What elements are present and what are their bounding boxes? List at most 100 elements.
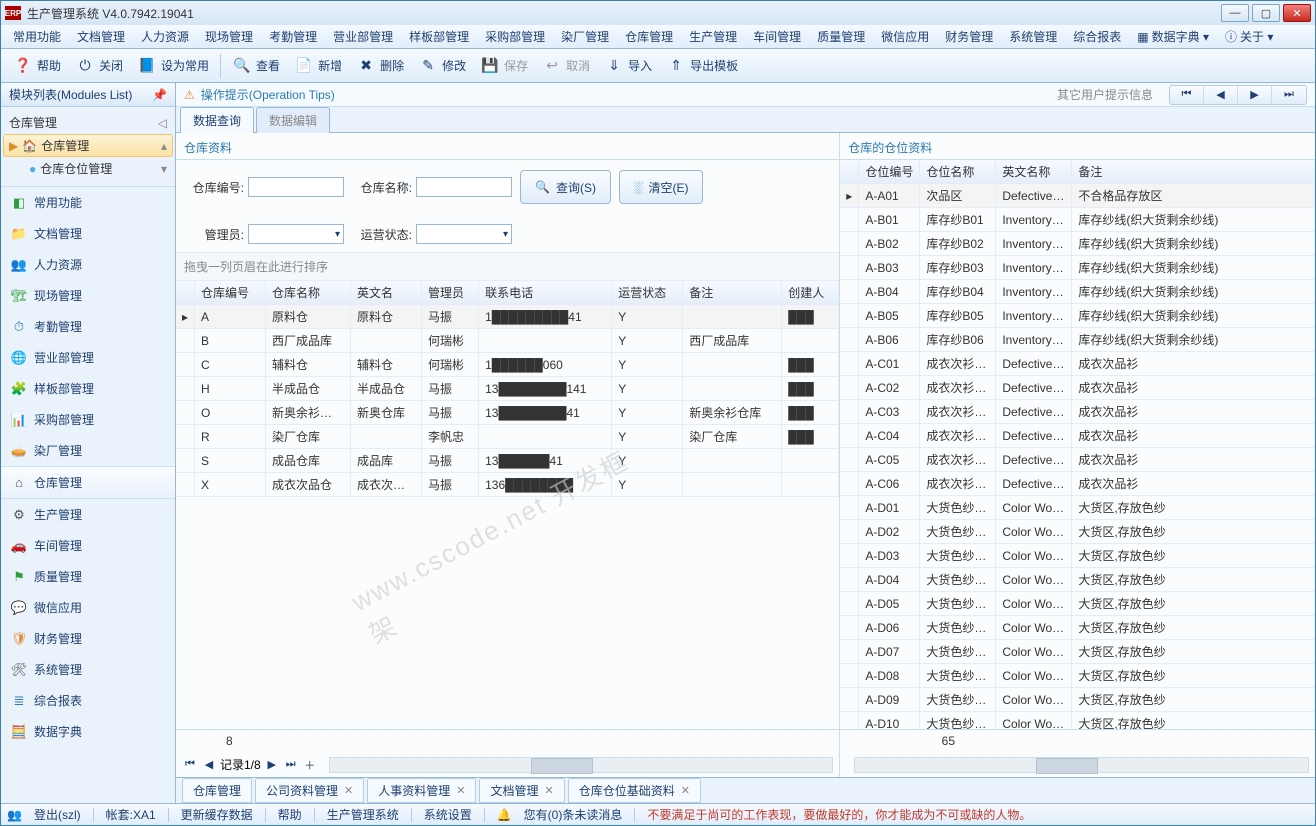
table-row[interactable]: A-D02大货色纱D…Color Wool…大货区,存放色纱 <box>840 520 1314 544</box>
bin-grid[interactable]: 仓位编号仓位名称英文名称备注▸A-A01次品区Defective …不合格品存放… <box>840 160 1315 729</box>
pg-next[interactable]: ▶ <box>264 757 280 773</box>
import-button[interactable]: ⇓导入 <box>598 53 658 79</box>
table-row[interactable]: R染厂仓库李帆忠Y染厂仓库███ <box>176 425 839 449</box>
pin-icon[interactable]: 📌 <box>152 88 167 102</box>
table-row[interactable]: A-D01大货色纱D…Color Wool…大货区,存放色纱 <box>840 496 1314 520</box>
table-row[interactable]: B西厂成品库何瑞彬Y西厂成品库 <box>176 329 839 353</box>
menu-微信应用[interactable]: 微信应用 <box>875 26 935 47</box>
table-row[interactable]: A-C06成衣次衫C…Defective …成衣次品衫 <box>840 472 1314 496</box>
table-row[interactable]: A-D03大货色纱D…Color Wool…大货区,存放色纱 <box>840 544 1314 568</box>
col-header[interactable]: 备注 <box>683 281 782 305</box>
menu-常用功能[interactable]: 常用功能 <box>7 26 67 47</box>
pg-add[interactable]: ＋ <box>302 757 318 773</box>
table-row[interactable]: A-D05大货色纱D…Color Wool…大货区,存放色纱 <box>840 592 1314 616</box>
doc-tab-文档管理[interactable]: 文档管理✕ <box>479 778 564 803</box>
table-row[interactable]: A-B03库存纱B03Inventory …库存纱线(织大货剩余纱线) <box>840 256 1314 280</box>
col-header[interactable]: 管理员 <box>422 281 479 305</box>
close-tab-icon[interactable]: ✕ <box>456 784 465 797</box>
close-tab-icon[interactable]: ✕ <box>344 784 353 797</box>
menu-dict[interactable]: ▦ 数据字典 ▾ <box>1131 26 1215 47</box>
col-header[interactable]: 仓位编号 <box>859 160 920 184</box>
doc-tab-仓库仓位基础资料[interactable]: 仓库仓位基础资料✕ <box>568 778 701 803</box>
table-row[interactable]: A-B05库存纱B05Inventory …库存纱线(织大货剩余纱线) <box>840 304 1314 328</box>
minimize-button[interactable]: — <box>1221 4 1249 22</box>
table-row[interactable]: A-B02库存纱B02Inventory …库存纱线(织大货剩余纱线) <box>840 232 1314 256</box>
menu-质量管理[interactable]: 质量管理 <box>811 26 871 47</box>
col-header[interactable]: 创建人 <box>782 281 839 305</box>
delete-button[interactable]: ✖删除 <box>350 53 410 79</box>
sidebar-item-染厂管理[interactable]: 🥧染厂管理 <box>1 435 175 466</box>
nav-prev[interactable]: ◀ <box>1204 86 1238 104</box>
h-scrollbar[interactable] <box>854 757 1309 773</box>
col-header[interactable]: 仓位名称 <box>920 160 996 184</box>
export-tpl-button[interactable]: ⇑导出模板 <box>660 53 744 79</box>
table-row[interactable]: S成品仓库成品库马振13██████41Y <box>176 449 839 473</box>
sidebar-item-样板部管理[interactable]: 🧩样板部管理 <box>1 373 175 404</box>
status-login[interactable]: 登出(szl) <box>34 806 81 823</box>
sidebar-item-现场管理[interactable]: 🏗现场管理 <box>1 280 175 311</box>
menu-仓库管理[interactable]: 仓库管理 <box>619 26 679 47</box>
table-row[interactable]: A-B06库存纱B06Inventory …库存纱线(织大货剩余纱线) <box>840 328 1314 352</box>
sidebar-item-数据字典[interactable]: 🧮数据字典 <box>1 716 175 747</box>
pg-prev[interactable]: ◀ <box>201 757 217 773</box>
status-sys[interactable]: 生产管理系统 <box>327 806 399 823</box>
col-header[interactable]: 运营状态 <box>612 281 683 305</box>
sidebar-item-生产管理[interactable]: ⚙生产管理 <box>1 499 175 530</box>
warehouse-grid[interactable]: www.cscode.net 开发框架 仓库编号仓库名称英文名管理员联系电话运营… <box>176 281 839 729</box>
menu-系统管理[interactable]: 系统管理 <box>1003 26 1063 47</box>
tab-edit[interactable]: 数据编辑 <box>256 107 330 133</box>
table-row[interactable]: A-C03成衣次衫C…Defective …成衣次品衫 <box>840 400 1314 424</box>
menu-车间管理[interactable]: 车间管理 <box>747 26 807 47</box>
table-row[interactable]: A-D09大货色纱D…Color Wool…大货区,存放色纱 <box>840 688 1314 712</box>
sidebar-item-财务管理[interactable]: 🛡财务管理 <box>1 623 175 654</box>
table-row[interactable]: ▸A-A01次品区Defective …不合格品存放区 <box>840 184 1314 208</box>
close-button[interactable]: ⏻关闭 <box>69 53 129 79</box>
add-button[interactable]: 📄新增 <box>288 53 348 79</box>
sidebar-item-仓库管理[interactable]: ⌂仓库管理 <box>1 466 175 499</box>
collapse-icon[interactable]: ◁ <box>158 116 167 130</box>
tab-query[interactable]: 数据查询 <box>180 107 254 133</box>
tree-node-bin-mgmt[interactable]: ● 仓库仓位管理 ▾ <box>3 157 173 180</box>
sidebar-item-微信应用[interactable]: 💬微信应用 <box>1 592 175 623</box>
table-row[interactable]: A-D07大货色纱D…Color Wool…大货区,存放色纱 <box>840 640 1314 664</box>
menu-染厂管理[interactable]: 染厂管理 <box>555 26 615 47</box>
col-header[interactable]: 英文名 <box>351 281 422 305</box>
col-header[interactable]: 仓库名称 <box>266 281 351 305</box>
sidebar-item-采购部管理[interactable]: 📊采购部管理 <box>1 404 175 435</box>
table-row[interactable]: A-B04库存纱B04Inventory …库存纱线(织大货剩余纱线) <box>840 280 1314 304</box>
menu-采购部管理[interactable]: 采购部管理 <box>479 26 551 47</box>
close-window-button[interactable]: ✕ <box>1283 4 1311 22</box>
doc-tab-人事资料管理[interactable]: 人事资料管理✕ <box>367 778 476 803</box>
sidebar-item-营业部管理[interactable]: 🌐营业部管理 <box>1 342 175 373</box>
pg-first[interactable]: ⏮ <box>182 757 198 773</box>
sidebar-item-综合报表[interactable]: ≣综合报表 <box>1 685 175 716</box>
nav-next[interactable]: ▶ <box>1238 86 1272 104</box>
table-row[interactable]: C辅料仓辅料仓何瑞彬1██████060Y███ <box>176 353 839 377</box>
status-msg[interactable]: 您有(0)条未读消息 <box>524 806 623 823</box>
pin-button[interactable]: 📘设为常用 <box>131 53 215 79</box>
input-name[interactable] <box>416 177 512 197</box>
nav-first[interactable]: ⏮ <box>1170 86 1204 104</box>
menu-about[interactable]: ⓘ 关于 ▾ <box>1219 26 1279 47</box>
table-row[interactable]: H半成品仓半成品仓马振13████████141Y███ <box>176 377 839 401</box>
menu-现场管理[interactable]: 现场管理 <box>199 26 259 47</box>
maximize-button[interactable]: ▢ <box>1252 4 1280 22</box>
table-row[interactable]: A-D06大货色纱D…Color Wool…大货区,存放色纱 <box>840 616 1314 640</box>
view-button[interactable]: 🔍查看 <box>226 53 286 79</box>
menu-营业部管理[interactable]: 营业部管理 <box>327 26 399 47</box>
tree-root-label[interactable]: 仓库管理 ◁ <box>3 111 173 134</box>
status-refresh[interactable]: 更新缓存数据 <box>181 806 253 823</box>
col-header[interactable]: 联系电话 <box>479 281 612 305</box>
input-code[interactable] <box>248 177 344 197</box>
col-header[interactable]: 仓库编号 <box>195 281 266 305</box>
table-row[interactable]: A-C01成衣次衫C…Defective …成衣次品衫 <box>840 352 1314 376</box>
menu-生产管理[interactable]: 生产管理 <box>683 26 743 47</box>
sidebar-item-常用功能[interactable]: ◧常用功能 <box>1 187 175 218</box>
sidebar-item-考勤管理[interactable]: ⏱考勤管理 <box>1 311 175 342</box>
tree-node-warehouse[interactable]: ▶ 🏠 仓库管理 ▴ <box>3 134 173 157</box>
menu-文档管理[interactable]: 文档管理 <box>71 26 131 47</box>
close-tab-icon[interactable]: ✕ <box>681 784 690 797</box>
close-tab-icon[interactable]: ✕ <box>545 784 554 797</box>
nav-last[interactable]: ⏭ <box>1272 86 1306 104</box>
col-header[interactable]: 英文名称 <box>996 160 1072 184</box>
